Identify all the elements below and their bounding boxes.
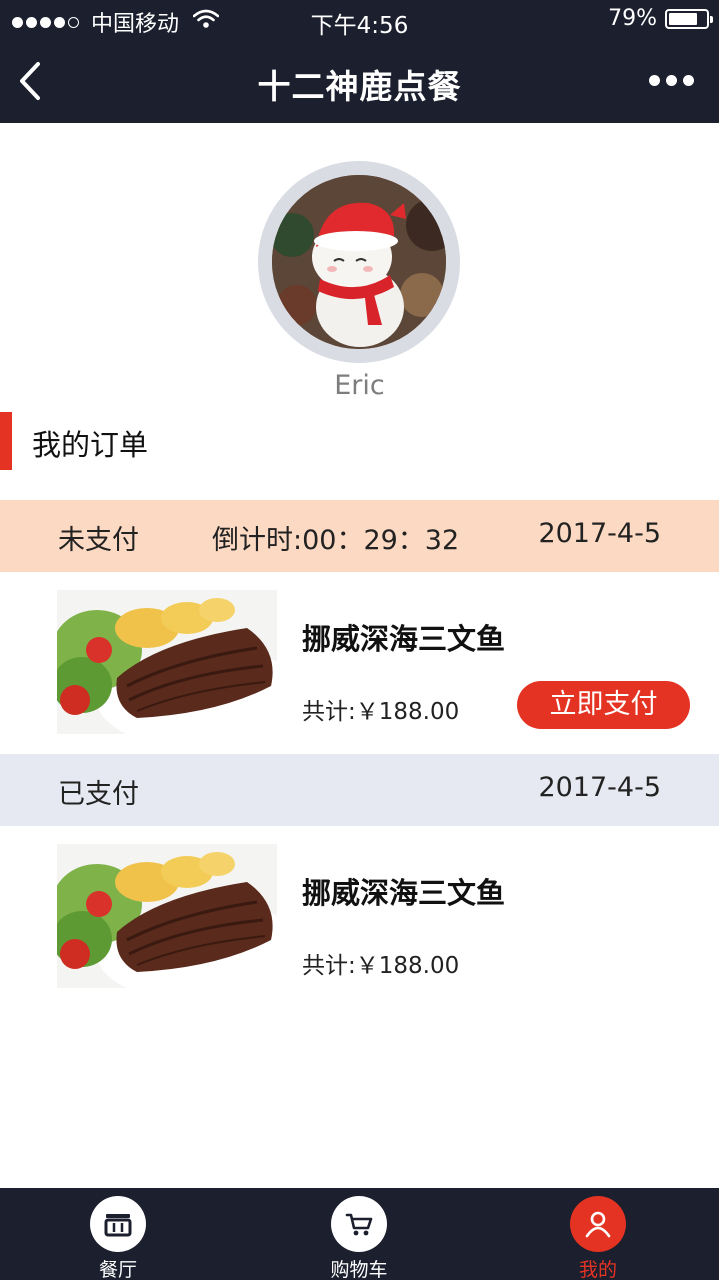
section-accent-bar <box>0 412 12 470</box>
status-bar: 中国移动 下午4:56 79% <box>0 0 719 40</box>
tab-restaurant[interactable]: 餐厅 <box>58 1188 178 1280</box>
order-date: 2017-4-5 <box>538 518 661 549</box>
order-status: 未支付 <box>58 525 139 556</box>
order-header-unpaid: 未支付 倒计时:00：29：32 2017-4-5 <box>0 500 719 572</box>
page-title: 十二神鹿点餐 <box>257 67 462 106</box>
avatar[interactable] <box>272 175 446 349</box>
order-status: 已支付 <box>58 779 139 810</box>
battery-percent: 79% <box>608 6 657 31</box>
user-icon <box>570 1196 626 1252</box>
tab-label: 餐厅 <box>98 1259 137 1280</box>
tab-label: 购物车 <box>330 1259 388 1280</box>
order-item[interactable]: 挪威深海三文鱼 共计:￥188.00 立即支付 <box>0 572 719 754</box>
section-title: 我的订单 <box>32 428 149 462</box>
battery-icon <box>665 8 713 29</box>
item-name: 挪威深海三文鱼 <box>302 876 506 910</box>
item-total: 共计:￥188.00 <box>302 953 460 979</box>
username: Eric <box>334 370 385 401</box>
battery-fill <box>669 12 697 25</box>
more-button[interactable] <box>649 68 695 92</box>
tab-mine[interactable]: 我的 <box>538 1188 658 1280</box>
order-item[interactable]: 挪威深海三文鱼 共计:￥188.00 <box>0 826 719 1008</box>
ellipsis-icon <box>649 74 660 86</box>
avatar-image <box>272 175 446 349</box>
order-countdown: 倒计时:00：29：32 <box>212 525 460 556</box>
restaurant-icon <box>90 1196 146 1252</box>
tab-bar: 餐厅 购物车 我的 <box>0 1188 719 1280</box>
food-image <box>57 844 277 988</box>
tab-cart[interactable]: 购物车 <box>299 1188 419 1280</box>
order-date: 2017-4-5 <box>538 772 661 803</box>
item-total: 共计:￥188.00 <box>302 699 460 725</box>
avatar-ring <box>258 161 460 363</box>
item-name: 挪威深海三文鱼 <box>302 622 506 656</box>
tab-label: 我的 <box>578 1259 617 1280</box>
status-right: 79% <box>608 6 713 31</box>
nav-bar: 十二神鹿点餐 <box>0 40 719 123</box>
pay-now-button[interactable]: 立即支付 <box>517 681 690 729</box>
order-header-paid: 已支付 2017-4-5 <box>0 754 719 826</box>
food-image <box>57 590 277 734</box>
cart-icon <box>331 1196 387 1252</box>
